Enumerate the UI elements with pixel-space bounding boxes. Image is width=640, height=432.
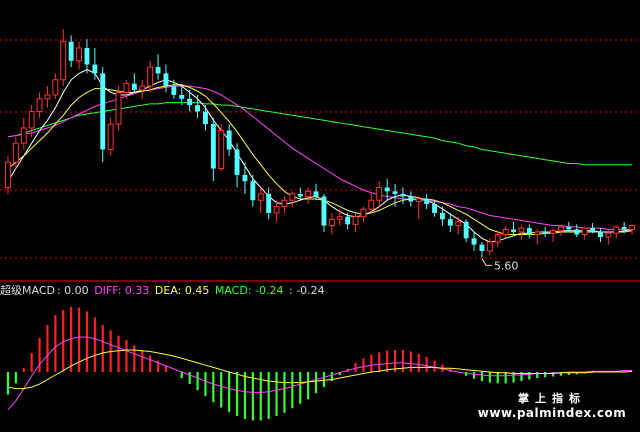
candle-body bbox=[463, 221, 469, 239]
candle-body bbox=[305, 190, 312, 197]
candle-body bbox=[28, 110, 35, 129]
candle-body bbox=[550, 230, 556, 234]
macd-legend: 超级MACD: 0.00 DIFF: 0.33 DEA: 0.45 MACD: … bbox=[0, 284, 327, 298]
watermark-cn: 掌上指标 bbox=[518, 392, 586, 405]
legend-extra: : -0.24 bbox=[289, 284, 325, 297]
candle-body bbox=[289, 193, 296, 201]
candle-body bbox=[123, 83, 130, 93]
candle-body bbox=[20, 127, 27, 144]
legend-macd: MACD: -0.24 bbox=[214, 284, 284, 297]
candle-body bbox=[242, 174, 248, 182]
low-marker-arrow bbox=[481, 258, 492, 266]
candle-body bbox=[613, 226, 620, 234]
candle-body bbox=[581, 227, 588, 235]
candle-body bbox=[511, 229, 516, 232]
candle-body bbox=[494, 233, 501, 243]
candle-body bbox=[447, 219, 453, 226]
candle-body bbox=[400, 193, 406, 197]
candle-body bbox=[360, 208, 367, 218]
watermark-url: www.palmindex.com bbox=[477, 406, 627, 420]
candle-body bbox=[12, 142, 19, 163]
candle-body bbox=[210, 124, 216, 169]
candle-body bbox=[455, 221, 462, 227]
candle-body bbox=[415, 198, 422, 203]
candle-body bbox=[281, 199, 288, 208]
candle-body bbox=[526, 228, 532, 235]
candle-body bbox=[60, 41, 67, 81]
dea-line bbox=[7, 349, 633, 390]
candle-body bbox=[534, 231, 541, 235]
candle-body bbox=[139, 85, 146, 91]
candle-body bbox=[629, 225, 635, 230]
candle-body bbox=[273, 206, 280, 214]
candle-body bbox=[68, 41, 74, 61]
candle-body bbox=[558, 226, 564, 232]
candle-body bbox=[179, 94, 185, 99]
candle-body bbox=[384, 187, 390, 192]
candle-body bbox=[598, 231, 603, 238]
candle-body bbox=[52, 79, 59, 96]
candle-body bbox=[479, 244, 485, 251]
legend-indicator: 超级MACD bbox=[0, 284, 55, 297]
candle-body bbox=[163, 73, 169, 87]
candle-body bbox=[171, 86, 177, 95]
candle-body bbox=[250, 181, 256, 201]
candle-body bbox=[203, 111, 208, 125]
candle-body bbox=[352, 216, 359, 225]
candle-body bbox=[218, 129, 225, 170]
candle-body bbox=[605, 232, 612, 238]
candle-body bbox=[44, 94, 51, 100]
candle-body bbox=[574, 229, 580, 235]
candle-body bbox=[92, 64, 98, 74]
candle-body bbox=[100, 73, 106, 150]
candle-body bbox=[345, 216, 351, 225]
legend-diff: DIFF: 0.33 bbox=[94, 284, 150, 297]
candle-body bbox=[226, 130, 232, 150]
candle-body bbox=[408, 196, 414, 202]
candle-body bbox=[266, 193, 272, 213]
candle-body bbox=[518, 227, 525, 233]
candle-body bbox=[542, 231, 548, 234]
candle-body bbox=[36, 98, 43, 112]
watermark: 掌上指标 www.palmindex.com bbox=[468, 388, 636, 428]
candle-body bbox=[590, 228, 595, 232]
candle-body bbox=[131, 83, 137, 90]
legend-dea: DEA: 0.45 bbox=[154, 284, 210, 297]
candle-body bbox=[76, 47, 82, 62]
low-marker-label: 5.60 bbox=[494, 259, 519, 272]
chart-stage: 5.60 超级MACD: 0.00 DIFF: 0.33 DEA: 0.45 M… bbox=[0, 0, 640, 432]
candle-body bbox=[566, 226, 572, 230]
candle-body bbox=[392, 191, 398, 194]
candle-body bbox=[115, 91, 122, 125]
candle-body bbox=[336, 216, 343, 220]
candle-body bbox=[234, 149, 240, 175]
candle-body bbox=[432, 204, 437, 213]
candle-body bbox=[471, 238, 477, 245]
candle-body bbox=[621, 226, 627, 230]
candle-body bbox=[321, 196, 327, 226]
candle-body bbox=[147, 66, 154, 87]
candle-body bbox=[155, 67, 161, 74]
candle-body bbox=[107, 123, 114, 151]
candle-body bbox=[187, 98, 193, 106]
candle-body bbox=[195, 105, 200, 112]
candle-body bbox=[313, 191, 319, 197]
candle-body bbox=[328, 218, 335, 227]
chart-canvas: 5.60 bbox=[0, 29, 640, 421]
candle-body bbox=[502, 228, 509, 235]
candle-body bbox=[5, 161, 11, 189]
candle-body bbox=[424, 198, 430, 205]
candle-body bbox=[368, 199, 375, 210]
candle-body bbox=[440, 212, 445, 220]
candle-body bbox=[297, 193, 303, 197]
candle-body bbox=[376, 187, 383, 201]
legend-indicator-value: : 0.00 bbox=[56, 284, 89, 297]
candle-body bbox=[84, 48, 90, 65]
candle-body bbox=[486, 241, 493, 252]
candle-body bbox=[257, 193, 264, 201]
